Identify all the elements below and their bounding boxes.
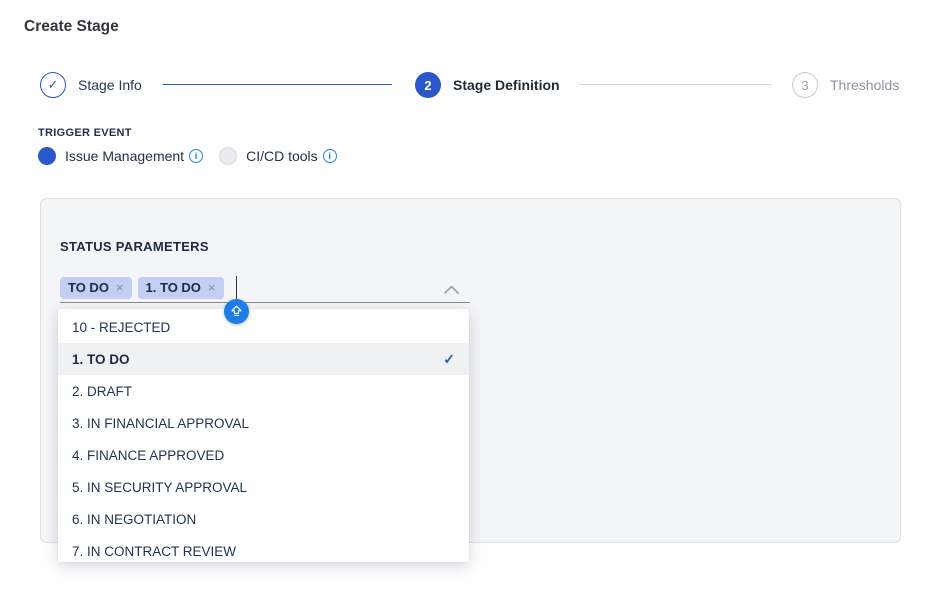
dropdown-option-selected[interactable]: 1. TO DO ✓ xyxy=(58,343,469,375)
select-underline xyxy=(60,302,470,303)
chevron-up-icon[interactable] xyxy=(444,282,459,300)
status-multiselect-input[interactable]: TO DO × 1. TO DO × xyxy=(60,276,237,299)
step-label: Stage Info xyxy=(78,77,142,93)
chip-remove-icon[interactable]: × xyxy=(208,280,216,295)
selected-chip: 1. TO DO × xyxy=(138,277,224,299)
status-dropdown: 10 - REJECTED 1. TO DO ✓ 2. DRAFT 3. IN … xyxy=(58,309,469,562)
dropdown-option-label: 2. DRAFT xyxy=(72,384,132,399)
info-icon[interactable]: i xyxy=(323,149,337,163)
info-icon[interactable]: i xyxy=(189,149,203,163)
step-connector-line xyxy=(163,84,392,85)
stepper: ✓ Stage Info 2 Stage Definition 3 Thresh… xyxy=(40,72,906,98)
radio-label: CI/CD tools xyxy=(246,148,318,164)
step-number-badge: 2 xyxy=(415,72,441,98)
dropdown-option-label: 4. FINANCE APPROVED xyxy=(72,448,224,463)
check-icon: ✓ xyxy=(443,351,455,368)
dropdown-option[interactable]: 5. IN SECURITY APPROVAL xyxy=(58,471,469,503)
step-completed-check-icon: ✓ xyxy=(40,72,66,98)
dropdown-option[interactable]: 2. DRAFT xyxy=(58,375,469,407)
step-stage-info[interactable]: ✓ Stage Info xyxy=(40,72,142,98)
dropdown-option-label: 10 - REJECTED xyxy=(72,320,170,335)
step-number-badge: 3 xyxy=(792,72,818,98)
cursor-up-arrow-indicator xyxy=(224,299,249,324)
chip-label: 1. TO DO xyxy=(146,280,201,295)
dropdown-option-label: 5. IN SECURITY APPROVAL xyxy=(72,480,247,495)
radio-cicd-tools[interactable] xyxy=(219,147,237,165)
step-stage-definition[interactable]: 2 Stage Definition xyxy=(415,72,560,98)
dropdown-option[interactable]: 3. IN FINANCIAL APPROVAL xyxy=(58,407,469,439)
selected-chip: TO DO × xyxy=(60,277,132,299)
trigger-event-options: Issue Management i CI/CD tools i xyxy=(38,147,337,165)
step-thresholds[interactable]: 3 Thresholds xyxy=(792,72,899,98)
dropdown-option[interactable]: 10 - REJECTED xyxy=(58,311,469,343)
radio-issue-management[interactable] xyxy=(38,147,56,165)
status-parameters-label: STATUS PARAMETERS xyxy=(60,239,209,254)
dropdown-option[interactable]: 6. IN NEGOTIATION xyxy=(58,503,469,535)
dropdown-option-label: 1. TO DO xyxy=(72,352,130,367)
dropdown-option-label: 7. IN CONTRACT REVIEW xyxy=(72,544,236,559)
dropdown-option-label: 3. IN FINANCIAL APPROVAL xyxy=(72,416,249,431)
chip-remove-icon[interactable]: × xyxy=(116,280,124,295)
dropdown-option[interactable]: 4. FINANCE APPROVED xyxy=(58,439,469,471)
page-title: Create Stage xyxy=(24,18,119,36)
step-label: Stage Definition xyxy=(453,77,560,93)
step-label: Thresholds xyxy=(830,77,899,93)
step-connector-line xyxy=(578,84,772,85)
up-arrow-icon xyxy=(228,303,245,320)
radio-label: Issue Management xyxy=(65,148,184,164)
chip-label: TO DO xyxy=(68,280,109,295)
create-stage-page: Create Stage ✓ Stage Info 2 Stage Defini… xyxy=(0,0,938,591)
text-caret xyxy=(236,276,238,299)
trigger-event-label: TRIGGER EVENT xyxy=(38,127,132,139)
dropdown-option[interactable]: 7. IN CONTRACT REVIEW xyxy=(58,535,469,562)
dropdown-option-label: 6. IN NEGOTIATION xyxy=(72,512,196,527)
